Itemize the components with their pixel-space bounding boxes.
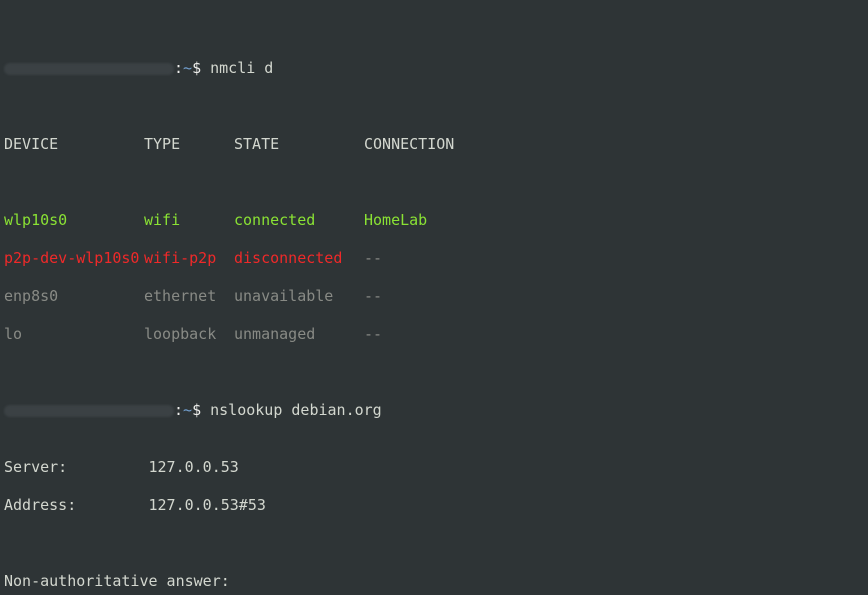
nmcli-type: wifi [144, 211, 234, 230]
nmcli-state: unavailable [234, 287, 364, 306]
nmcli-connection: -- [364, 287, 382, 306]
hdr-connection: CONNECTION [364, 135, 454, 154]
nmcli-row: enp8s0ethernetunavailable-- [4, 287, 864, 306]
nmcli-row: p2p-dev-wlp10s0wifi-p2pdisconnected-- [4, 249, 864, 268]
label: Server: [4, 458, 67, 476]
nslookup-nonauth: Non-authoritative answer: [4, 572, 864, 591]
nmcli-type: ethernet [144, 287, 234, 306]
prompt-line: :~$ nmcli d [4, 59, 864, 78]
nmcli-row: wlp10s0wificonnectedHomeLab [4, 211, 864, 230]
prompt-tilde: ~ [183, 59, 192, 77]
terminal-output[interactable]: :~$ nmcli d DEVICETYPESTATECONNECTION wl… [0, 0, 868, 595]
nmcli-device: lo [4, 325, 144, 344]
nslookup-address: Address: 127.0.0.53#53 [4, 496, 864, 515]
nmcli-state: disconnected [234, 249, 364, 268]
nmcli-type: loopback [144, 325, 234, 344]
prompt-sep: : [174, 401, 183, 419]
nmcli-device: enp8s0 [4, 287, 144, 306]
hdr-state: STATE [234, 135, 364, 154]
prompt-sep: : [174, 59, 183, 77]
nmcli-state: connected [234, 211, 364, 230]
prompt-dollar: $ [192, 59, 201, 77]
prompt-dollar: $ [192, 401, 201, 419]
value: 127.0.0.53 [149, 458, 239, 476]
hdr-device: DEVICE [4, 135, 144, 154]
value: 127.0.0.53#53 [149, 496, 266, 514]
nmcli-device: wlp10s0 [4, 211, 144, 230]
nmcli-header-row: DEVICETYPESTATECONNECTION [4, 135, 864, 154]
nmcli-type: wifi-p2p [144, 249, 234, 268]
hdr-type: TYPE [144, 135, 234, 154]
command-text: nmcli d [210, 59, 273, 77]
nmcli-state: unmanaged [234, 325, 364, 344]
blank-line [4, 534, 864, 553]
label: Address: [4, 496, 76, 514]
nmcli-device: p2p-dev-wlp10s0 [4, 249, 144, 268]
command-text: nslookup debian.org [210, 401, 382, 419]
prompt-tilde: ~ [183, 401, 192, 419]
nmcli-row: loloopbackunmanaged-- [4, 325, 864, 344]
prompt-line: :~$ nslookup debian.org [4, 401, 864, 420]
nmcli-connection: -- [364, 249, 382, 268]
nslookup-server: Server: 127.0.0.53 [4, 458, 864, 477]
nmcli-connection: -- [364, 325, 382, 344]
nmcli-connection: HomeLab [364, 211, 427, 230]
